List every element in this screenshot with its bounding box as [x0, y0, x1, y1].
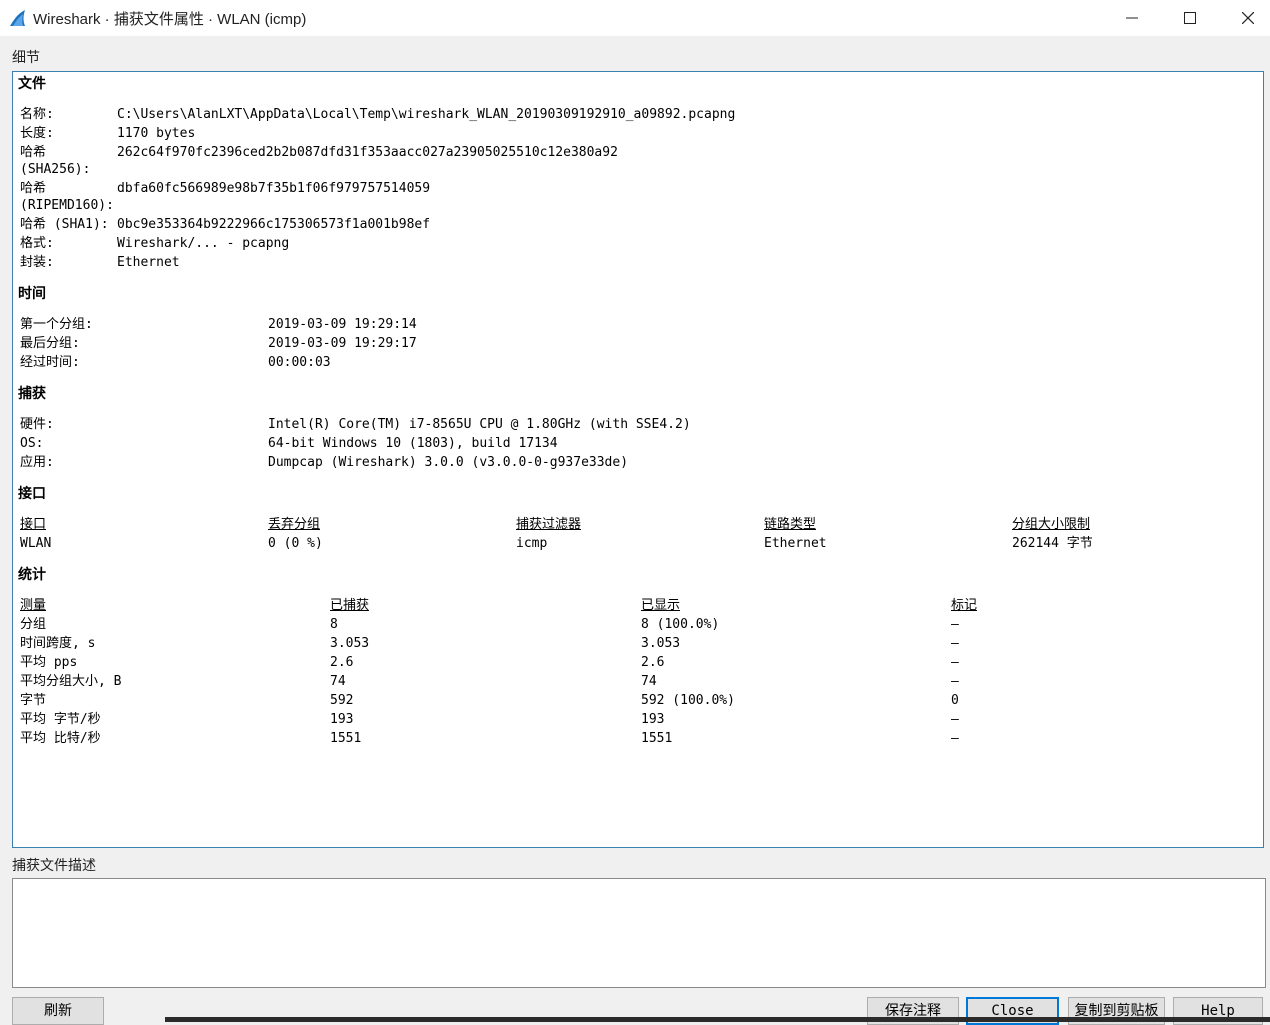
interface-cell: Ethernet: [764, 536, 827, 551]
file-name-value: C:\Users\AlanLXT\AppData\Local\Temp\wire…: [117, 107, 736, 122]
stats-cell: 193: [330, 712, 354, 727]
stats-cell: —: [951, 712, 959, 727]
application-value: Dumpcap (Wireshark) 3.0.0 (v3.0.0-0-g937…: [268, 455, 629, 470]
stats-cell: 1551: [641, 731, 673, 746]
interface-col-dropped: 丢弃分组: [268, 517, 321, 532]
stats-cell: 3.053: [641, 636, 681, 651]
interface-cell: icmp: [516, 536, 548, 551]
stats-col-marked: 标记: [951, 598, 978, 613]
file-length-value: 1170 bytes: [117, 126, 196, 141]
close-icon: [1242, 12, 1254, 24]
stats-cell: 分组: [20, 617, 47, 632]
format-label: 格式:: [20, 236, 54, 251]
interface-cell: WLAN: [20, 536, 52, 551]
interface-col-link-type: 链路类型: [764, 517, 817, 532]
sha256-label-suffix: (SHA256):: [20, 162, 91, 177]
minimize-icon: [1126, 17, 1138, 19]
maximize-button[interactable]: [1161, 0, 1219, 36]
stats-cell: 2.6: [330, 655, 354, 670]
hardware-label: 硬件:: [20, 417, 54, 432]
details-panel[interactable]: 文件 名称: C:\Users\AlanLXT\AppData\Local\Te…: [12, 71, 1264, 848]
stats-cell: 74: [641, 674, 657, 689]
sha1-value: 0bc9e353364b9222966c175306573f1a001b98ef: [117, 217, 431, 232]
stats-cell: —: [951, 636, 959, 651]
refresh-button[interactable]: 刷新: [12, 997, 104, 1025]
description-textarea[interactable]: [12, 878, 1266, 988]
minimize-button[interactable]: [1103, 0, 1161, 36]
stats-cell: —: [951, 617, 959, 632]
file-name-label: 名称:: [20, 107, 54, 122]
stats-cell: 平均分组大小, B: [20, 674, 122, 689]
sha256-value: 262c64f970fc2396ced2b2b087dfd31f353aacc0…: [117, 145, 618, 160]
sha1-label: 哈希 (SHA1):: [20, 217, 109, 232]
close-window-button[interactable]: [1219, 0, 1270, 36]
elapsed-label: 经过时间:: [20, 355, 80, 370]
interface-col-interface: 接口: [20, 517, 47, 532]
stats-cell: —: [951, 731, 959, 746]
stats-cell: —: [951, 674, 959, 689]
stats-cell: 8 (100.0%): [641, 617, 720, 632]
stats-cell: 时间跨度, s: [20, 636, 96, 651]
file-length-label: 长度:: [20, 126, 54, 141]
wireshark-fin-icon: [10, 10, 25, 26]
stats-heading: 统计: [18, 567, 46, 583]
interface-cell: 262144 字节: [1012, 536, 1093, 551]
application-label: 应用:: [20, 455, 54, 470]
stats-cell: —: [951, 655, 959, 670]
stats-cell: 字节: [20, 693, 47, 708]
encapsulation-label: 封装:: [20, 255, 54, 270]
stats-cell: 8: [330, 617, 338, 632]
capture-heading: 捕获: [18, 386, 46, 402]
interface-col-snaplen: 分组大小限制: [1012, 517, 1091, 532]
first-packet-value: 2019-03-09 19:29:14: [268, 317, 417, 332]
encapsulation-value: Ethernet: [117, 255, 180, 270]
first-packet-label: 第一个分组:: [20, 317, 93, 332]
os-value: 64-bit Windows 10 (1803), build 17134: [268, 436, 558, 451]
stats-cell: 平均 比特/秒: [20, 731, 101, 746]
stats-cell: 74: [330, 674, 346, 689]
ripemd160-label-suffix: (RIPEMD160):: [20, 198, 114, 213]
stats-cell: 1551: [330, 731, 362, 746]
stats-cell: 193: [641, 712, 665, 727]
ripemd160-label: 哈希: [20, 181, 47, 196]
stats-cell: 0: [951, 693, 959, 708]
sha256-label: 哈希: [20, 145, 47, 160]
stats-cell: 平均 pps: [20, 655, 78, 670]
interface-cell: 0 (0 %): [268, 536, 323, 551]
stats-col-measurement: 测量: [20, 598, 47, 613]
last-packet-value: 2019-03-09 19:29:17: [268, 336, 417, 351]
file-heading: 文件: [18, 76, 46, 92]
hardware-value: Intel(R) Core(TM) i7-8565U CPU @ 1.80GHz…: [268, 417, 691, 432]
title-bar: Wireshark · 捕获文件属性 · WLAN (icmp): [0, 0, 1270, 36]
format-value: Wireshark/... - pcapng: [117, 236, 290, 251]
maximize-icon: [1184, 12, 1196, 24]
stats-cell: 592: [330, 693, 354, 708]
time-heading: 时间: [18, 286, 46, 302]
taskbar-strip: [165, 1017, 1270, 1022]
description-label: 捕获文件描述: [12, 858, 96, 874]
stats-col-captured: 已捕获: [330, 598, 370, 613]
stats-cell: 3.053: [330, 636, 370, 651]
details-label: 细节: [12, 50, 40, 66]
ripemd160-value: dbfa60fc566989e98b7f35b1f06f979757514059: [117, 181, 431, 196]
stats-cell: 592 (100.0%): [641, 693, 735, 708]
interface-col-filter: 捕获过滤器: [516, 517, 582, 532]
stats-cell: 平均 字节/秒: [20, 712, 101, 727]
stats-col-displayed: 已显示: [641, 598, 681, 613]
last-packet-label: 最后分组:: [20, 336, 80, 351]
interface-heading: 接口: [18, 486, 46, 502]
elapsed-value: 00:00:03: [268, 355, 331, 370]
os-label: OS:: [20, 436, 44, 451]
stats-cell: 2.6: [641, 655, 665, 670]
window-title: Wireshark · 捕获文件属性 · WLAN (icmp): [33, 11, 307, 28]
